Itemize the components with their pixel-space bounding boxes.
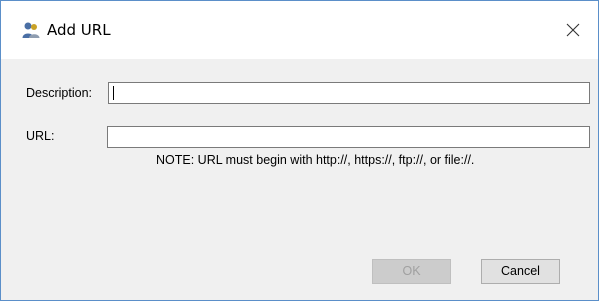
url-format-note: NOTE: URL must begin with http://, https… [156, 153, 475, 167]
window-title: Add URL [47, 21, 111, 39]
add-url-dialog: Add URL Description: URL: NOTE: URL must… [0, 0, 599, 301]
url-label: URL: [26, 129, 55, 143]
url-input[interactable] [107, 126, 590, 148]
ok-button[interactable]: OK [372, 259, 451, 284]
text-caret [113, 86, 114, 100]
title-bar[interactable]: Add URL [1, 1, 598, 59]
close-icon [566, 23, 580, 37]
people-icon [22, 21, 40, 39]
description-label: Description: [26, 86, 92, 100]
close-button[interactable] [552, 1, 598, 59]
cancel-button[interactable]: Cancel [481, 259, 560, 284]
description-input[interactable] [108, 82, 590, 104]
